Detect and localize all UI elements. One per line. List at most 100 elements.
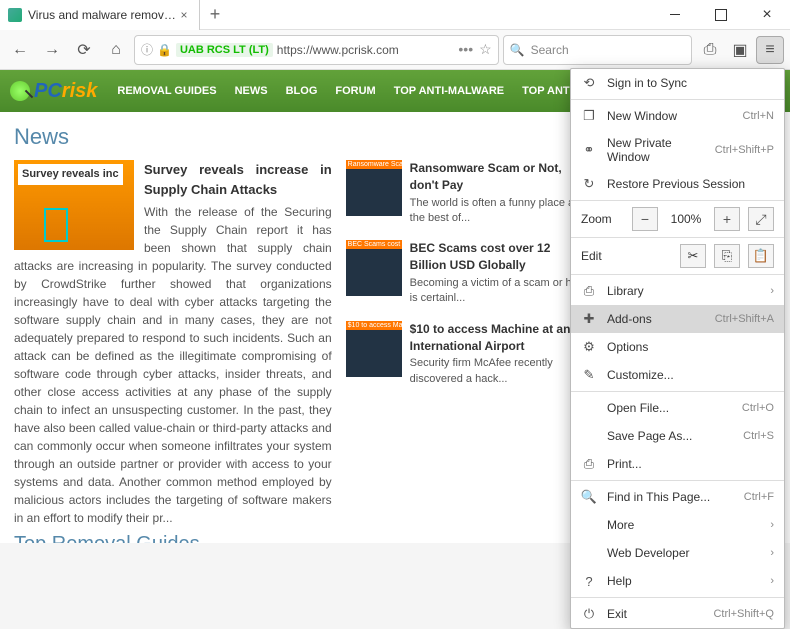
menu-open-file[interactable]: Open File... Ctrl+O [571, 394, 784, 422]
forward-button[interactable]: → [38, 36, 66, 64]
cut-button[interactable]: ✂ [680, 244, 706, 268]
menu-restore-session[interactable]: ↻ Restore Previous Session [571, 170, 784, 198]
close-window-button[interactable]: × [744, 0, 790, 30]
titlebar: Virus and malware removal ins × + × [0, 0, 790, 30]
url-bar[interactable]: ⓘ 🔒 UAB RCS LT (LT) https://www.pcrisk.c… [134, 35, 499, 65]
edit-label: Edit [581, 249, 672, 263]
mini-excerpt: Security firm McAfee recently discovered… [410, 357, 553, 384]
library-icon[interactable]: ⎙ [696, 36, 724, 64]
logo-risk: risk [62, 80, 98, 102]
chevron-right-icon: › [770, 519, 774, 531]
menu-library[interactable]: ⎙ Library › [571, 277, 784, 305]
hamburger-menu-button[interactable]: ≡ [756, 36, 784, 64]
site-logo[interactable]: PCrisk [10, 80, 97, 103]
mask-icon: ⚭ [581, 142, 597, 158]
sync-icon: ⟲ [581, 75, 597, 91]
menu-find[interactable]: 🔍 Find in This Page... Ctrl+F [571, 483, 784, 511]
copy-button[interactable]: ⎘ [714, 244, 740, 268]
maximize-button[interactable] [698, 0, 744, 30]
mini-excerpt: Becoming a victim of a scam or hack is c… [410, 277, 589, 304]
library-icon: ⎙ [581, 283, 597, 299]
chevron-right-icon: › [770, 285, 774, 297]
search-icon: 🔍 [581, 489, 597, 505]
reader-icon[interactable]: ••• [458, 41, 473, 58]
certificate-badge[interactable]: UAB RCS LT (LT) [176, 43, 273, 57]
mini-thumb[interactable]: BEC Scams cost [346, 240, 402, 296]
nav-blog[interactable]: BLOG [286, 85, 318, 97]
zoom-out-button[interactable]: − [632, 207, 658, 231]
menu-new-window[interactable]: ❐ New Window Ctrl+N [571, 102, 784, 130]
main-column: News Survey reveals inc Survey reveals i… [14, 124, 590, 543]
window-icon: ❐ [581, 108, 597, 124]
article-thumb[interactable]: Survey reveals inc [14, 160, 134, 250]
search-bar[interactable]: 🔍 Search [503, 35, 692, 65]
sidebar-icon[interactable]: ▣ [726, 36, 754, 64]
mini-title[interactable]: Ransomware Scam or Not, don't Pay [410, 160, 590, 194]
menu-addons[interactable]: ✚ Add-ons Ctrl+Shift+A [571, 305, 784, 333]
zoom-value: 100% [666, 212, 706, 226]
mini-article: BEC Scams cost BEC Scams cost over 12 Bi… [346, 240, 590, 306]
mini-excerpt: The world is often a funny place at the … [410, 197, 578, 224]
reload-button[interactable]: ⟳ [70, 36, 98, 64]
restore-icon: ↻ [581, 176, 597, 192]
addon-icon: ✚ [581, 311, 597, 327]
favicon-icon [8, 8, 22, 22]
chevron-right-icon: › [770, 575, 774, 587]
article-list: Ransomware Scam Ransomware Scam or Not, … [346, 160, 590, 527]
tab-title: Virus and malware removal ins [28, 8, 177, 22]
window-controls: × [652, 0, 790, 30]
menu-more[interactable]: More › [571, 511, 784, 539]
menu-new-private-window[interactable]: ⚭ New Private Window Ctrl+Shift+P [571, 130, 784, 170]
tab-close-icon[interactable]: × [177, 8, 191, 22]
menu-exit[interactable]: ⏻ Exit Ctrl+Shift+Q [571, 600, 784, 628]
mini-article: Ransomware Scam Ransomware Scam or Not, … [346, 160, 590, 226]
home-button[interactable]: ⌂ [102, 36, 130, 64]
menu-print[interactable]: ⎙ Print... [571, 450, 784, 478]
menu-sign-in[interactable]: ⟲ Sign in to Sync [571, 69, 784, 97]
chevron-right-icon: › [770, 547, 774, 559]
mini-thumb[interactable]: $10 to access Ma [346, 321, 402, 377]
paint-icon: ✎ [581, 367, 597, 383]
mini-tag: BEC Scams cost [346, 240, 402, 249]
menu-web-developer[interactable]: Web Developer › [571, 539, 784, 567]
print-icon: ⎙ [581, 456, 597, 472]
search-icon: 🔍 [510, 43, 525, 57]
nav-forum[interactable]: FORUM [335, 85, 375, 97]
exit-icon: ⏻ [581, 606, 597, 622]
mini-tag: Ransomware Scam [346, 160, 402, 169]
main-article: Survey reveals inc Survey reveals increa… [14, 160, 332, 527]
thumb-caption: Survey reveals inc [18, 164, 123, 185]
url-text: https://www.pcrisk.com [277, 43, 455, 57]
back-button[interactable]: ← [6, 36, 34, 64]
info-icon[interactable]: ⓘ [141, 41, 153, 58]
minimize-button[interactable] [652, 0, 698, 30]
zoom-label: Zoom [581, 212, 624, 226]
new-tab-button[interactable]: + [200, 4, 230, 25]
nav-antimalware[interactable]: TOP ANTI-MALWARE [394, 85, 504, 97]
paste-button[interactable]: 📋 [748, 244, 774, 268]
browser-tab[interactable]: Virus and malware removal ins × [0, 0, 200, 30]
menu-customize[interactable]: ✎ Customize... [571, 361, 784, 389]
mini-thumb[interactable]: Ransomware Scam [346, 160, 402, 216]
mini-tag: $10 to access Ma [346, 321, 402, 330]
menu-save-page[interactable]: Save Page As... Ctrl+S [571, 422, 784, 450]
logo-pc: PC [34, 80, 62, 102]
fullscreen-button[interactable]: ⤢ [748, 207, 774, 231]
mini-title[interactable]: $10 to access Machine at an Internationa… [410, 321, 590, 355]
menu-help[interactable]: ? Help › [571, 567, 784, 595]
search-placeholder: Search [531, 43, 569, 57]
nav-removal-guides[interactable]: REMOVAL GUIDES [117, 85, 216, 97]
news-heading: News [14, 124, 590, 150]
menu-options[interactable]: ⚙ Options [571, 333, 784, 361]
mini-article: $10 to access Ma $10 to access Machine a… [346, 321, 590, 387]
bookmark-icon[interactable]: ☆ [479, 41, 492, 58]
mini-title[interactable]: BEC Scams cost over 12 Billion USD Globa… [410, 240, 590, 274]
nav-news[interactable]: NEWS [235, 85, 268, 97]
lock-icon: 🔒 [157, 43, 172, 57]
help-icon: ? [581, 573, 597, 589]
top-removal-heading: Top Removal Guides [14, 533, 590, 543]
zoom-in-button[interactable]: + [714, 207, 740, 231]
menu-edit-row: Edit ✂ ⎘ 📋 [571, 240, 784, 272]
app-menu-panel: ⟲ Sign in to Sync ❐ New Window Ctrl+N ⚭ … [570, 68, 785, 629]
menu-zoom-row: Zoom − 100% + ⤢ [571, 203, 784, 235]
